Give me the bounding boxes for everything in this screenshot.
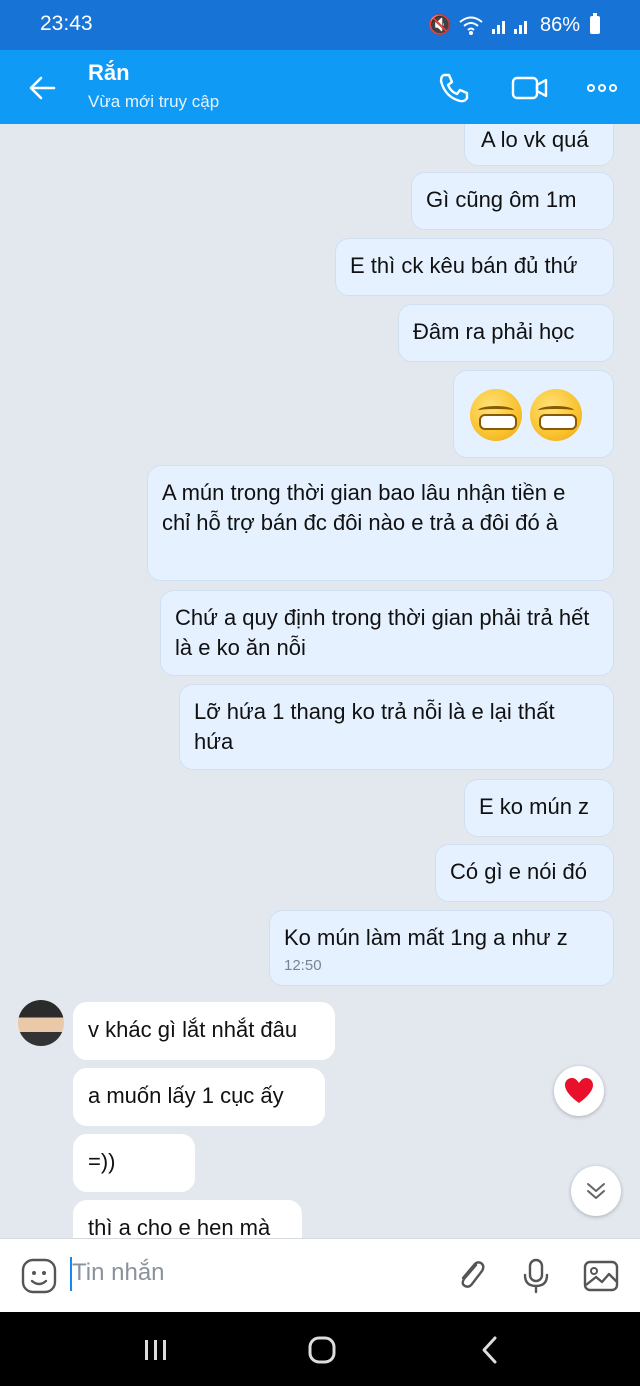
message-text: Lỡ hứa 1 thang ko trả nỗi là e lại thất … — [194, 699, 555, 754]
video-call-icon[interactable] — [510, 70, 550, 106]
message-outgoing[interactable]: Chứ a quy định trong thời gian phải trả … — [160, 590, 614, 676]
message-list[interactable]: A lo vk quá Gì cũng ôm 1m E thì ck kêu b… — [0, 124, 640, 1238]
system-navigation-bar — [0, 1312, 640, 1386]
chat-header: Rắn Vừa mới truy cập — [0, 50, 640, 124]
message-text: Gì cũng ôm 1m — [426, 187, 577, 212]
message-text: E thì ck kêu bán đủ thứ — [350, 253, 578, 278]
message-timestamp: 12:50 — [284, 957, 322, 974]
message-text: =)) — [88, 1149, 116, 1174]
battery-icon — [590, 13, 600, 34]
contact-status: Vừa mới truy cập — [88, 92, 220, 111]
message-incoming[interactable]: thì a cho e hen mà — [73, 1200, 302, 1238]
home-icon[interactable] — [302, 1334, 342, 1366]
message-incoming[interactable]: v khác gì lắt nhắt đâu — [73, 1002, 335, 1060]
microphone-icon[interactable] — [517, 1257, 555, 1295]
message-incoming[interactable]: a muốn lấy 1 cục ấy — [73, 1068, 325, 1126]
sticker-icon[interactable] — [20, 1257, 58, 1295]
grinning-face-icon — [530, 389, 582, 441]
signal-icon — [491, 21, 527, 34]
grinning-face-icon — [470, 389, 522, 441]
phone-call-icon[interactable] — [436, 70, 472, 106]
contact-name[interactable]: Rắn — [88, 60, 130, 86]
attachment-icon[interactable] — [452, 1257, 490, 1295]
message-composer: Tin nhắn — [0, 1238, 640, 1313]
message-outgoing[interactable]: E ko mún z — [464, 779, 614, 837]
recent-apps-icon[interactable] — [136, 1334, 176, 1366]
message-text: Chứ a quy định trong thời gian phải trả … — [175, 605, 590, 660]
message-text: Có gì e nói đó — [450, 859, 587, 884]
status-icons: 🔇 86% — [428, 13, 600, 37]
message-text: v khác gì lắt nhắt đâu — [88, 1017, 298, 1042]
wifi-icon — [459, 16, 483, 35]
message-outgoing[interactable]: A mún trong thời gian bao lâu nhận tiền … — [147, 465, 614, 581]
message-outgoing[interactable]: A lo vk quá — [464, 124, 614, 166]
message-outgoing[interactable]: Gì cũng ôm 1m — [411, 172, 614, 230]
double-chevron-down-icon — [587, 1183, 605, 1199]
message-outgoing[interactable]: Ko mún làm mất 1ng a như z 12:50 — [269, 910, 614, 986]
battery-level: 86% — [539, 13, 580, 36]
scroll-to-bottom-button[interactable] — [571, 1166, 621, 1216]
status-bar: 23:43 🔇 86% — [0, 0, 640, 50]
message-outgoing[interactable]: Lỡ hứa 1 thang ko trả nỗi là e lại thất … — [179, 684, 614, 770]
heart-icon — [565, 1078, 593, 1103]
message-text: Đâm ra phải học — [413, 319, 575, 344]
message-outgoing-emoji[interactable] — [453, 370, 614, 458]
image-gallery-icon[interactable] — [582, 1257, 620, 1295]
sender-avatar[interactable] — [18, 1000, 64, 1046]
more-options-icon[interactable] — [584, 70, 620, 106]
back-nav-icon[interactable] — [470, 1334, 510, 1366]
message-incoming[interactable]: =)) — [73, 1134, 195, 1192]
message-text: A mún trong thời gian bao lâu nhận tiền … — [162, 480, 566, 535]
reaction-heart-button[interactable] — [554, 1066, 604, 1116]
message-outgoing[interactable]: Đâm ra phải học — [398, 304, 614, 362]
message-text: A lo vk quá — [481, 127, 589, 152]
message-outgoing[interactable]: E thì ck kêu bán đủ thứ — [335, 238, 614, 296]
message-text: Ko mún làm mất 1ng a như z — [284, 925, 568, 950]
message-outgoing[interactable]: Có gì e nói đó — [435, 844, 614, 902]
message-input[interactable]: Tin nhắn — [72, 1259, 165, 1287]
message-text: a muốn lấy 1 cục ấy — [88, 1083, 284, 1108]
back-arrow-icon[interactable] — [26, 72, 58, 104]
status-time: 23:43 — [40, 12, 93, 35]
mute-icon: 🔇 — [428, 15, 452, 36]
message-text: E ko mún z — [479, 794, 590, 819]
message-text: thì a cho e hen mà — [88, 1215, 271, 1238]
